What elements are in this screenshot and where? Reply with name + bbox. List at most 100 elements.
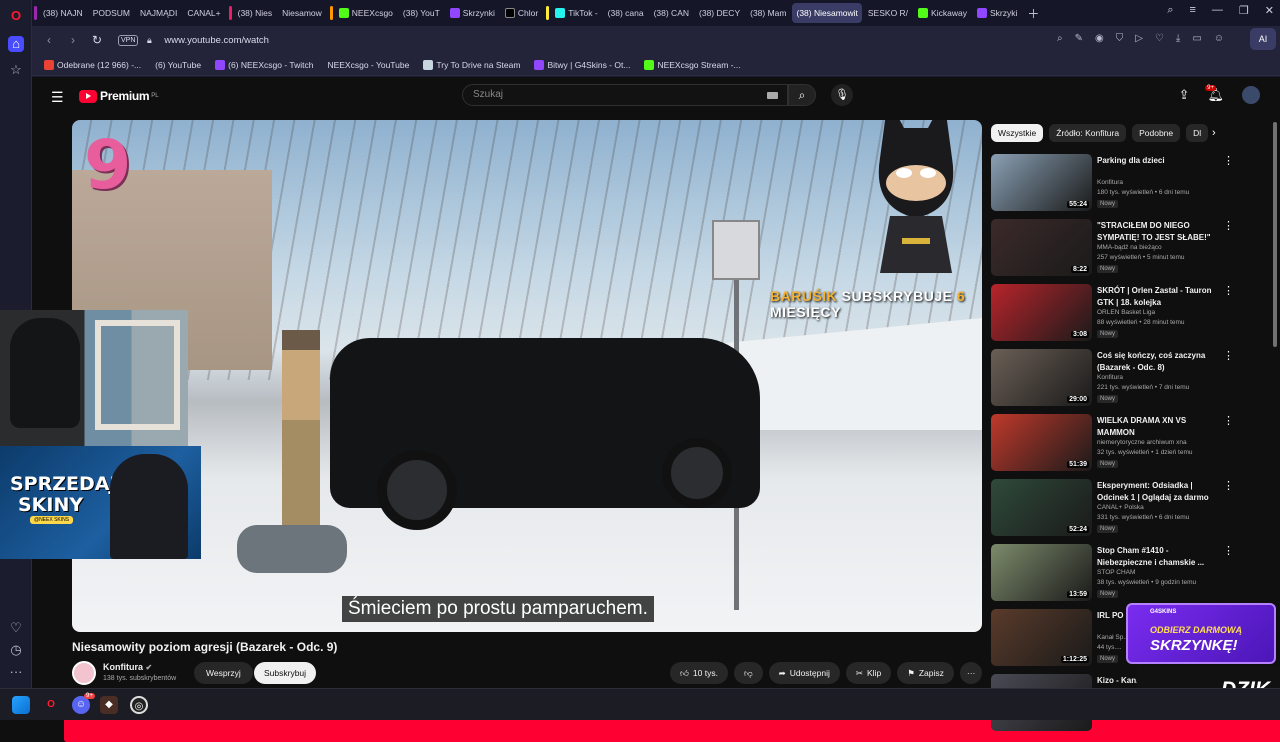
heart-icon[interactable]: ♡ — [8, 620, 24, 636]
browser-tab[interactable]: TikTok - — [551, 3, 601, 23]
opera-taskbar-icon[interactable]: O — [42, 696, 60, 714]
download-icon[interactable]: ⤓ — [1176, 33, 1180, 44]
recommendation-channel[interactable]: Konfitura — [1097, 179, 1123, 186]
shield-icon[interactable]: ⛉ — [1116, 33, 1124, 44]
recommendation-title[interactable]: WIELKA DRAMA XN VS MAMMON — [1097, 415, 1217, 439]
app-taskbar-icon[interactable]: ◆ — [100, 696, 118, 714]
more-icon[interactable]: ··· — [8, 664, 24, 680]
recommendation-item[interactable]: 52:24 Eksperyment: Odsiadka | Odcinek 1 |… — [991, 479, 1241, 539]
recommendation-title[interactable]: "STRACIŁEM DO NIEGO SYMPATIĘ! TO JEST SŁ… — [1097, 220, 1217, 244]
recommendation-channel[interactable]: MMA-bądź na bieżąco — [1097, 244, 1162, 251]
play-icon[interactable]: ▷ — [1135, 33, 1143, 44]
more-vert-icon[interactable]: ⋮ — [1223, 414, 1234, 427]
camera-icon[interactable]: ◉ — [1095, 33, 1104, 44]
more-vert-icon[interactable]: ⋮ — [1223, 154, 1234, 167]
vpn-badge[interactable]: VPN — [118, 34, 139, 46]
browser-tab[interactable]: (38) YouT — [399, 3, 444, 23]
recommendation-channel[interactable]: niemerytoryczne archiwum xna — [1097, 439, 1187, 446]
scrollbar[interactable] — [1273, 122, 1277, 347]
browser-tab[interactable]: (38) Mam — [746, 3, 790, 23]
recommendation-channel[interactable]: CANAL+ Polska — [1097, 504, 1144, 511]
browser-tab[interactable]: Skrzyki — [973, 3, 1021, 23]
browser-tab-active[interactable]: (38) Niesamowit — [792, 3, 862, 23]
maximize-icon[interactable]: ❐ — [1239, 4, 1249, 17]
opera-logo-icon[interactable]: O — [8, 8, 24, 24]
bookmark-youtube[interactable]: (6) YouTube — [64, 60, 1280, 742]
more-vert-icon[interactable]: ⋮ — [1223, 544, 1234, 557]
recommendation-channel[interactable]: Kanał Sp... — [1097, 634, 1129, 641]
star-icon[interactable]: ☆ — [8, 62, 24, 78]
video-thumbnail[interactable]: 55:24 — [991, 154, 1092, 211]
obs-taskbar-icon[interactable]: ◎ — [130, 696, 148, 714]
bookmark-g4skins[interactable]: Bitwy | G4Skins - Ot... — [534, 59, 630, 70]
browser-tab[interactable]: Niesamow — [278, 3, 326, 23]
channel-name[interactable]: Konfitura ✔ — [103, 662, 152, 672]
recommendation-item[interactable]: 55:24 Parking dla dzieci Konfitura 180 tys.… — [991, 154, 1241, 214]
recommendation-item[interactable]: 51:39 WIELKA DRAMA XN VS MAMMON niemerytor… — [991, 414, 1241, 474]
more-vert-icon[interactable]: ⋮ — [1223, 219, 1234, 232]
back-icon[interactable]: ‹ — [42, 33, 56, 47]
search-icon[interactable]: ⌕ — [1057, 33, 1063, 44]
avatar[interactable] — [1242, 86, 1260, 104]
bookmark-kick[interactable]: NEEXcsgo Stream -... — [644, 59, 741, 70]
recommendation-title[interactable]: Eksperyment: Odsiadka | Odcinek 1 | Oglą… — [1097, 480, 1217, 504]
browser-tab[interactable]: (38) Nies — [234, 3, 276, 23]
channel-avatar[interactable] — [72, 661, 96, 685]
dislike-button[interactable]: 👎︎ — [733, 662, 763, 684]
recommendation-title[interactable]: Parking dla dzieci — [1097, 155, 1217, 167]
recommendation-title[interactable]: SKRÓT | Orlen Zastal - Tauron GTK | 18. … — [1097, 285, 1217, 309]
browser-tab[interactable]: (38) DECY — [695, 3, 744, 23]
easy-setup-icon[interactable]: ≡ — [1189, 4, 1195, 17]
video-thumbnail[interactable]: 3:08 — [991, 284, 1092, 341]
browser-tab[interactable]: NAJMĄDI — [136, 3, 181, 23]
windows-start-icon[interactable] — [12, 696, 30, 714]
edit-icon[interactable]: ✎ — [1075, 33, 1083, 44]
browser-tab[interactable]: (38) cana — [604, 3, 648, 23]
chip-source[interactable]: Źródło: Konfitura — [1049, 124, 1127, 142]
browser-tab[interactable]: NEEXcsgo — [335, 3, 397, 23]
save-button[interactable]: ⚑ Zapisz — [897, 662, 954, 684]
minimize-icon[interactable]: — — [1212, 4, 1223, 17]
keyboard-icon[interactable] — [767, 92, 778, 99]
support-button[interactable]: Wesprzyj — [194, 662, 253, 684]
video-thumbnail[interactable]: 8:22 — [991, 219, 1092, 276]
search-input[interactable]: Szukaj — [462, 84, 788, 106]
close-icon[interactable]: ✕ — [1265, 4, 1274, 17]
ai-button[interactable]: AI — [1250, 28, 1276, 50]
youtube-logo[interactable]: Premium PL — [79, 89, 159, 103]
browser-tab[interactable]: Chlor — [501, 3, 542, 23]
video-player[interactable]: 9 BARUŚIK SUBSKRYBUJE 6 MIESIĘCY Śmiecie… — [72, 120, 982, 632]
video-thumbnail[interactable]: 51:39 — [991, 414, 1092, 471]
browser-tab[interactable]: Kickaway — [914, 3, 971, 23]
video-thumbnail[interactable]: 13:59 — [991, 544, 1092, 601]
video-thumbnail[interactable]: 1:12:25 — [991, 609, 1092, 666]
bookmark-steam[interactable]: Try To Drive na Steam — [423, 59, 520, 70]
new-tab-button[interactable]: ＋ — [1023, 3, 1043, 23]
search-button[interactable]: ⌕ — [788, 84, 816, 106]
clip-button[interactable]: ✂ Klip — [845, 662, 892, 684]
recommendation-item[interactable]: 3:08 SKRÓT | Orlen Zastal - Tauron GTK | … — [991, 284, 1241, 344]
more-vert-icon[interactable]: ⋮ — [1223, 479, 1234, 492]
video-thumbnail[interactable]: 29:00 — [991, 349, 1092, 406]
more-vert-icon[interactable]: ⋮ — [1223, 284, 1234, 297]
history-icon[interactable]: ◷ — [8, 642, 24, 658]
profile-icon[interactable]: ☺ — [1214, 33, 1224, 44]
recommendation-channel[interactable]: ORLEN Basket Liga — [1097, 309, 1155, 316]
reload-icon[interactable]: ↻ — [90, 33, 104, 47]
forward-icon[interactable]: › — [66, 33, 80, 47]
more-vert-icon[interactable]: ⋮ — [1223, 349, 1234, 362]
bookmark-gmail[interactable]: Odebrane (12 966) -... — [44, 59, 141, 70]
chevron-right-icon[interactable]: › — [1212, 127, 1216, 139]
bookmark-twitch[interactable]: (6) NEEXcsgo - Twitch — [215, 59, 313, 70]
upload-icon[interactable]: ⇪ — [1179, 87, 1190, 103]
menu-icon[interactable]: ☰ — [51, 89, 64, 106]
wallet-icon[interactable]: ▭ — [1192, 33, 1201, 44]
more-actions-button[interactable]: ··· — [959, 662, 983, 684]
url-field[interactable]: www.youtube.com/watch — [164, 35, 269, 46]
heart-icon[interactable]: ♡ — [1155, 33, 1164, 44]
subscribe-button[interactable]: Subskrybuj — [254, 662, 317, 684]
browser-tab[interactable]: (38) NAJN — [39, 3, 87, 23]
recommendation-item[interactable]: 8:22 "STRACIŁEM DO NIEGO SYMPATIĘ! TO JES… — [991, 219, 1241, 279]
tab-search-icon[interactable]: ⌕ — [1167, 4, 1173, 17]
recommendation-item[interactable]: 29:00 Coś się kończy, coś zaczyna (Bazare… — [991, 349, 1241, 409]
